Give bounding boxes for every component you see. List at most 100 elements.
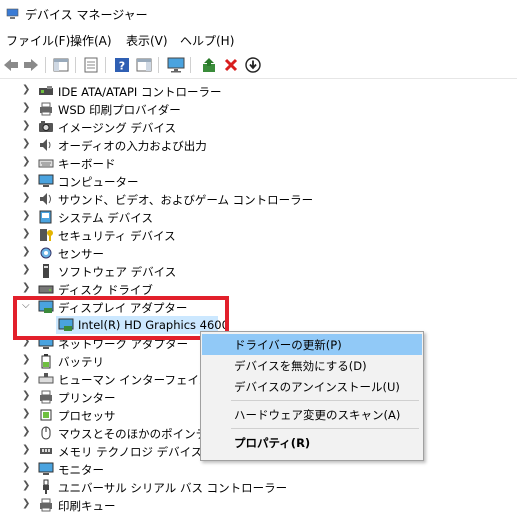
system-device-icon <box>39 210 52 224</box>
chevron-right-icon[interactable]: ❯ <box>22 498 32 510</box>
context-menu-uninstall-device[interactable]: デバイスのアンインストール(U) <box>202 376 422 397</box>
toolbar: ? <box>0 52 517 79</box>
context-menu-properties[interactable]: プロパティ(R) <box>202 432 422 453</box>
tree-item-label: センサー <box>58 247 104 261</box>
software-device-icon <box>43 264 49 278</box>
properties-icon[interactable] <box>82 56 100 74</box>
tree-item-label: オーディオの入力および出力 <box>58 139 207 153</box>
tree-item-security-devices[interactable]: ❯ セキュリティ デバイス <box>0 226 517 244</box>
tree-item-computer[interactable]: ❯ コンピューター <box>0 172 517 190</box>
context-menu: ドライバーの更新(P) デバイスを無効にする(D) デバイスのアンインストール(… <box>200 331 424 461</box>
usb-icon <box>43 479 49 494</box>
chevron-right-icon[interactable]: ❯ <box>22 426 32 438</box>
context-menu-update-driver[interactable]: ドライバーの更新(P) <box>202 334 422 355</box>
tree-item-label: WSD 印刷プロバイダー <box>58 103 181 117</box>
chevron-right-icon[interactable]: ❯ <box>22 354 32 366</box>
monitor-icon <box>38 462 54 475</box>
tree-item-imaging-devices[interactable]: ❯ イメージング デバイス <box>0 118 517 136</box>
svg-text:?: ? <box>119 60 125 73</box>
tree-item-monitors[interactable]: ❯ モニター <box>0 460 517 478</box>
tree-item-label: プロセッサ <box>58 409 116 423</box>
chevron-right-icon[interactable]: ❯ <box>22 264 32 276</box>
chevron-right-icon[interactable]: ❯ <box>22 210 32 222</box>
title-bar: デバイス マネージャー <box>0 0 517 28</box>
chevron-right-icon[interactable]: ❯ <box>22 480 32 492</box>
hid-icon <box>38 373 54 384</box>
tree-item-label: イメージング デバイス <box>58 121 177 135</box>
tree-item-audio-io[interactable]: ❯ オーディオの入力および出力 <box>0 136 517 154</box>
tree-item-label: ソフトウェア デバイス <box>58 265 177 279</box>
chevron-right-icon[interactable]: ❯ <box>22 462 32 474</box>
device-manager-icon <box>6 8 19 19</box>
chevron-right-icon[interactable]: ❯ <box>22 282 32 294</box>
menu-view[interactable]: 表示(V) <box>126 32 168 49</box>
menu-bar: ファイル(F) 操作(A) 表示(V) ヘルプ(H) <box>0 30 517 50</box>
tree-item-label: セキュリティ デバイス <box>58 229 176 243</box>
tree-item-label: サウンド、ビデオ、およびゲーム コントローラー <box>58 193 314 207</box>
back-arrow-icon[interactable] <box>2 56 20 74</box>
chevron-right-icon[interactable]: ❯ <box>22 120 32 132</box>
speaker-icon <box>40 139 51 151</box>
download-icon[interactable] <box>244 56 262 74</box>
chevron-right-icon[interactable]: ❯ <box>22 84 32 96</box>
tree-item-label: プリンター <box>58 391 116 405</box>
memory-icon <box>40 448 52 454</box>
chevron-right-icon[interactable]: ❯ <box>22 156 32 168</box>
tree-item-label: モニター <box>58 463 104 477</box>
menu-file[interactable]: ファイル(F) <box>6 32 70 49</box>
tree-item-print-queues[interactable]: ❯ 印刷キュー <box>0 496 517 514</box>
forward-arrow-icon[interactable] <box>22 56 40 74</box>
chevron-right-icon[interactable]: ❯ <box>22 228 32 240</box>
tree-item-software-devices[interactable]: ❯ ソフトウェア デバイス <box>0 262 517 280</box>
tree-item-label: コンピューター <box>58 175 139 189</box>
chevron-right-icon[interactable]: ❯ <box>22 408 32 420</box>
annotation-highlight-box <box>13 296 229 340</box>
monitor-icon[interactable] <box>167 56 185 74</box>
chevron-right-icon[interactable]: ❯ <box>22 390 32 402</box>
tree-item-wsd-print-provider[interactable]: ❯ WSD 印刷プロバイダー <box>0 100 517 118</box>
tree-item-ide-ata-atapi[interactable]: ❯ IDE ATA/ATAPI コントローラー <box>0 82 517 100</box>
tree-item-sound-video-game[interactable]: ❯ サウンド、ビデオ、およびゲーム コントローラー <box>0 190 517 208</box>
chevron-right-icon[interactable]: ❯ <box>22 372 32 384</box>
chevron-right-icon[interactable]: ❯ <box>22 138 32 150</box>
context-menu-scan-hardware[interactable]: ハードウェア変更のスキャン(A) <box>202 404 422 425</box>
tree-item-label: IDE ATA/ATAPI コントローラー <box>58 85 222 99</box>
chevron-right-icon[interactable]: ❯ <box>22 444 32 456</box>
sound-icon <box>40 193 51 205</box>
security-device-icon <box>40 229 53 241</box>
wsd-printer-icon <box>40 102 52 116</box>
keyboard-icon <box>38 159 54 168</box>
mouse-icon <box>41 426 51 440</box>
tree-item-label: システム デバイス <box>58 211 153 225</box>
menu-action[interactable]: 操作(A) <box>70 32 112 49</box>
tree-item-usb-controllers[interactable]: ❯ ユニバーサル シリアル バス コントローラー <box>0 478 517 496</box>
context-menu-disable-device[interactable]: デバイスを無効にする(D) <box>202 355 422 376</box>
disk-drive-icon <box>38 285 54 294</box>
sensor-icon <box>40 247 52 259</box>
context-menu-separator <box>231 428 419 429</box>
chevron-right-icon[interactable]: ❯ <box>22 174 32 186</box>
tree-item-keyboards[interactable]: ❯ キーボード <box>0 154 517 172</box>
uninstall-icon[interactable] <box>222 56 240 74</box>
tree-item-sensors[interactable]: ❯ センサー <box>0 244 517 262</box>
imaging-device-icon <box>39 121 53 132</box>
show-hide-console-tree-icon[interactable] <box>52 56 70 74</box>
chevron-right-icon[interactable]: ❯ <box>22 246 32 258</box>
tree-item-label: ユニバーサル シリアル バス コントローラー <box>58 481 288 495</box>
menu-help[interactable]: ヘルプ(H) <box>180 32 234 49</box>
tree-item-system-devices[interactable]: ❯ システム デバイス <box>0 208 517 226</box>
tree-item-label: キーボード <box>58 157 116 171</box>
window-title: デバイス マネージャー <box>25 8 148 22</box>
tree-item-label: バッテリ <box>58 355 104 369</box>
update-driver-icon[interactable] <box>200 56 218 74</box>
computer-icon <box>38 174 54 187</box>
help-icon[interactable]: ? <box>113 56 131 74</box>
battery-icon <box>41 354 51 369</box>
show-action-pane-icon[interactable] <box>135 56 153 74</box>
printer-icon <box>40 390 52 404</box>
chevron-right-icon[interactable]: ❯ <box>22 192 32 204</box>
tree-item-label: 印刷キュー <box>58 499 116 513</box>
chevron-right-icon[interactable]: ❯ <box>22 102 32 114</box>
processor-icon <box>40 409 52 421</box>
tree-item-label: メモリ テクノロジ デバイス <box>58 445 203 459</box>
